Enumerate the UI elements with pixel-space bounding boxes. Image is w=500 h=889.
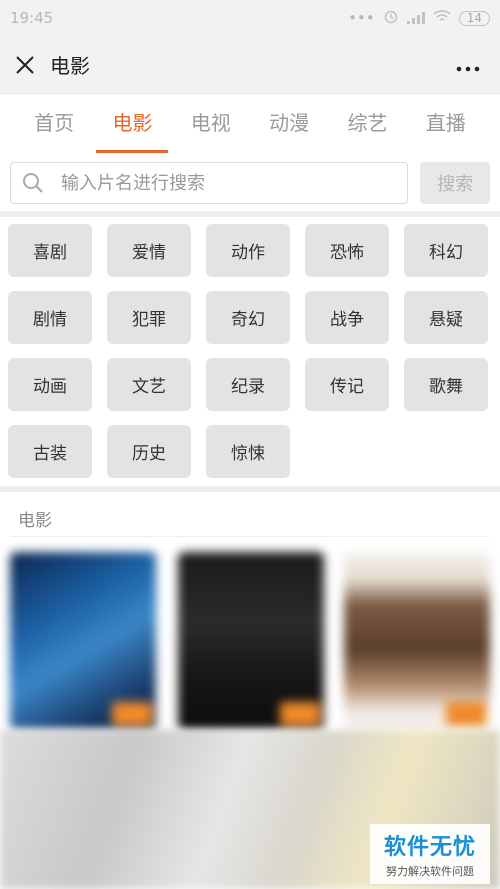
genre-button[interactable]: 喜剧 bbox=[8, 224, 92, 277]
search-box[interactable] bbox=[10, 162, 409, 204]
genre-button[interactable]: 犯罪 bbox=[107, 291, 191, 344]
status-time: 19:45 bbox=[10, 9, 54, 27]
genre-button[interactable]: 文艺 bbox=[107, 358, 191, 411]
watermark-title: 软件无忧 bbox=[383, 835, 476, 860]
poster-badge bbox=[112, 702, 152, 726]
genre-button[interactable]: 纪录 bbox=[206, 358, 290, 411]
tab-anime[interactable]: 动漫 bbox=[253, 95, 325, 155]
movie-poster[interactable] bbox=[344, 552, 490, 730]
more-icon bbox=[456, 66, 480, 72]
watermark-subtitle: 努力解决软件问题 bbox=[386, 865, 474, 878]
tab-live[interactable]: 直播 bbox=[410, 95, 482, 155]
genre-button[interactable]: 古装 bbox=[8, 425, 92, 478]
tab-movie[interactable]: 电影 bbox=[96, 95, 169, 155]
close-button[interactable] bbox=[0, 36, 50, 94]
movie-poster[interactable] bbox=[178, 552, 324, 730]
divider bbox=[0, 486, 500, 492]
tab-tv[interactable]: 电视 bbox=[175, 95, 247, 155]
genre-button[interactable]: 传记 bbox=[305, 358, 389, 411]
tab-variety[interactable]: 综艺 bbox=[331, 95, 403, 155]
genre-button[interactable]: 悬疑 bbox=[404, 291, 488, 344]
poster-badge bbox=[280, 702, 320, 726]
more-button[interactable] bbox=[456, 50, 480, 78]
search-icon bbox=[19, 169, 47, 197]
watermark-logo: 软件无忧 努力解决软件问题 bbox=[370, 824, 490, 884]
genre-button[interactable]: 动作 bbox=[206, 224, 290, 277]
genre-button[interactable]: 战争 bbox=[305, 291, 389, 344]
genre-button[interactable]: 剧情 bbox=[8, 291, 92, 344]
dots-icon: ••• bbox=[348, 9, 375, 27]
category-tabs: 首页 电影 电视 动漫 综艺 直播 bbox=[0, 95, 500, 155]
page-title: 电影 bbox=[50, 54, 90, 78]
divider bbox=[0, 211, 500, 217]
wifi-icon bbox=[433, 9, 451, 27]
divider bbox=[10, 536, 490, 537]
signal-icon bbox=[406, 12, 425, 24]
alarm-icon bbox=[383, 8, 399, 28]
genre-button[interactable]: 恐怖 bbox=[305, 224, 389, 277]
genre-button[interactable]: 爱情 bbox=[107, 224, 191, 277]
genre-button[interactable]: 历史 bbox=[107, 425, 191, 478]
genre-button[interactable]: 奇幻 bbox=[206, 291, 290, 344]
genre-button[interactable]: 惊悚 bbox=[206, 425, 290, 478]
movie-poster[interactable] bbox=[10, 552, 156, 730]
title-bar: 电影 bbox=[0, 36, 500, 94]
search-button[interactable]: 搜索 bbox=[420, 162, 490, 204]
genre-grid: 喜剧 爱情 动作 恐怖 科幻 剧情 犯罪 奇幻 战争 悬疑 动画 文艺 纪录 传… bbox=[8, 224, 492, 478]
status-bar: 19:45 ••• 14 bbox=[0, 0, 500, 36]
poster-badge bbox=[446, 702, 486, 726]
tab-home[interactable]: 首页 bbox=[18, 95, 90, 155]
genre-button[interactable]: 动画 bbox=[8, 358, 92, 411]
search-row: 搜索 bbox=[0, 155, 500, 211]
genre-button[interactable]: 科幻 bbox=[404, 224, 488, 277]
genre-button[interactable]: 歌舞 bbox=[404, 358, 488, 411]
section-title: 电影 bbox=[18, 511, 52, 531]
status-icons: ••• 14 bbox=[348, 8, 490, 28]
close-icon bbox=[16, 55, 34, 74]
battery-icon: 14 bbox=[458, 10, 490, 26]
search-input[interactable] bbox=[61, 172, 381, 194]
